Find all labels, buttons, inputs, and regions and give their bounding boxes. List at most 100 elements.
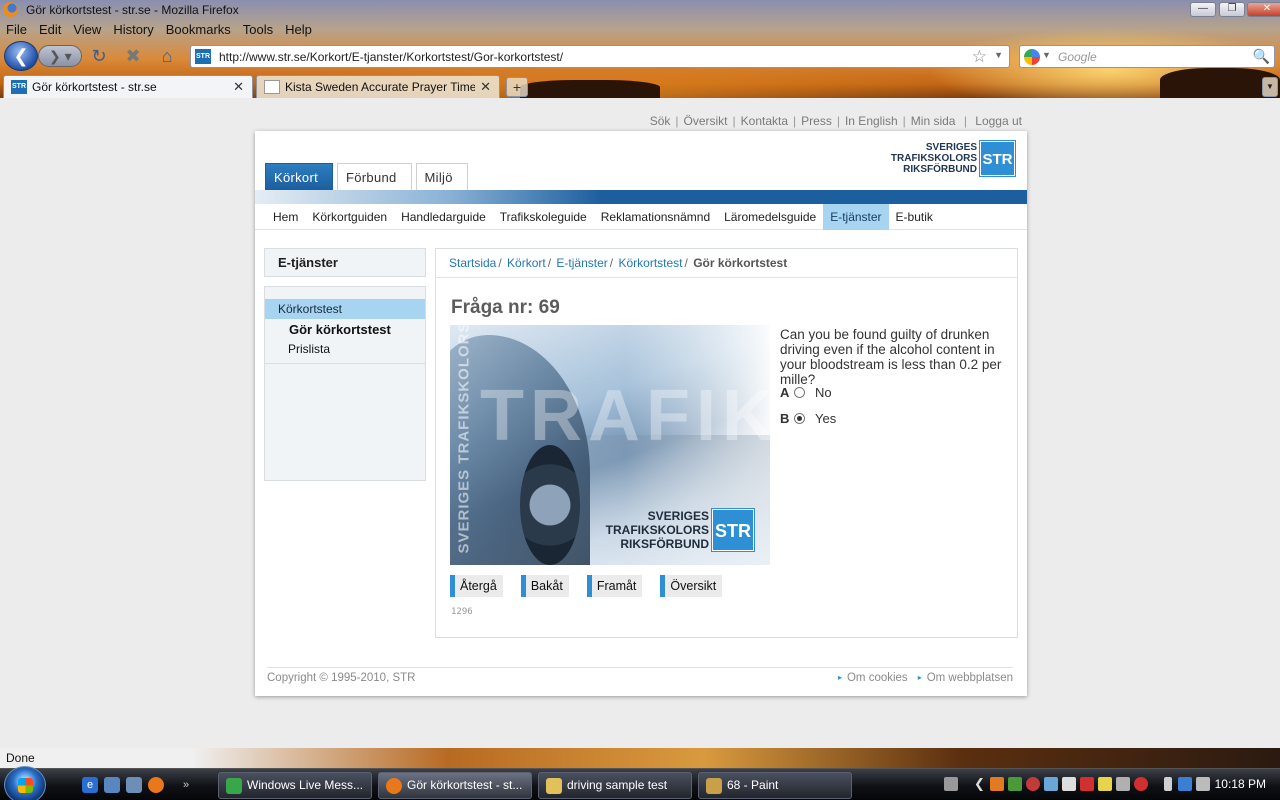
link-min-sida[interactable]: Min sida xyxy=(911,114,956,128)
menu-history[interactable]: History xyxy=(107,20,159,40)
status-bar: Done xyxy=(0,748,1280,768)
maximize-button[interactable]: ❐ xyxy=(1219,2,1245,17)
menu-bookmarks[interactable]: Bookmarks xyxy=(160,20,237,40)
tab-forbund[interactable]: Förbund xyxy=(337,163,412,190)
tab-korkort[interactable]: Körkort xyxy=(265,163,334,190)
subnav-e-butik[interactable]: E-butik xyxy=(889,204,940,230)
tab-miljo[interactable]: Miljö xyxy=(415,163,468,190)
taskbar-button-firefox[interactable]: Gör körkortstest - st... xyxy=(378,772,532,799)
menu-file[interactable]: File xyxy=(0,20,33,40)
stop-icon[interactable]: ✖ xyxy=(122,46,144,66)
link-in-english[interactable]: In English xyxy=(845,114,898,128)
menu-tools[interactable]: Tools xyxy=(237,20,279,40)
browser-tab-active[interactable]: STR Gör körkortstest - str.se ✕ xyxy=(3,75,253,98)
subnav-hem[interactable]: Hem xyxy=(266,204,305,230)
tab-close-icon[interactable]: ✕ xyxy=(233,79,244,95)
taskbar-button-document[interactable]: driving sample test xyxy=(538,772,692,799)
tray-app-icon[interactable] xyxy=(1080,777,1094,791)
answer-option-b[interactable]: B Yes xyxy=(780,411,836,426)
bakat-button[interactable]: Bakåt xyxy=(520,575,569,597)
str-logo[interactable]: SVERIGES TRAFIKSKOLORS RIKSFÖRBUND STR xyxy=(891,140,1016,177)
tray-expand-icon[interactable]: ❮ xyxy=(974,777,988,791)
separator: / xyxy=(609,256,614,270)
link-oversikt[interactable]: Översikt xyxy=(684,114,728,128)
battery-icon[interactable] xyxy=(1164,777,1172,791)
breadcrumb-e-tjanster[interactable]: E-tjänster xyxy=(556,256,607,270)
tab-close-icon[interactable]: ✕ xyxy=(480,79,491,95)
subnav-reklamationsnamnd[interactable]: Reklamationsnämnd xyxy=(594,204,717,230)
subnav-korkortguiden[interactable]: Körkortguiden xyxy=(305,204,394,230)
keyboard-icon[interactable] xyxy=(944,777,958,791)
link-om-cookies[interactable]: Om cookies xyxy=(838,672,908,684)
google-icon[interactable] xyxy=(1024,49,1040,65)
sidebar-item-korkortstest[interactable]: Körkortstest xyxy=(265,299,425,319)
tray-app-icon[interactable] xyxy=(1044,777,1058,791)
link-sok[interactable]: Sök xyxy=(650,114,671,128)
menu-edit[interactable]: Edit xyxy=(33,20,67,40)
reload-icon[interactable]: ↻ xyxy=(88,46,110,66)
tray-app-icon[interactable] xyxy=(1116,777,1130,791)
quicklaunch-overflow-icon[interactable]: » xyxy=(178,777,194,793)
url-dropdown-icon[interactable]: ▼ xyxy=(994,50,1003,60)
home-icon[interactable]: ⌂ xyxy=(156,46,178,66)
link-logga-ut[interactable]: Logga ut xyxy=(975,114,1022,128)
window-title: Gör körkortstest - str.se - Mozilla Fire… xyxy=(26,3,239,17)
subnav-trafikskoleguide[interactable]: Trafikskoleguide xyxy=(493,204,594,230)
taskbar-button-paint[interactable]: 68 - Paint xyxy=(698,772,852,799)
breadcrumb-korkort[interactable]: Körkort xyxy=(507,256,546,270)
link-kontakta[interactable]: Kontakta xyxy=(741,114,788,128)
separator: | xyxy=(902,114,906,128)
firefox-icon xyxy=(386,778,402,794)
minimize-button[interactable]: — xyxy=(1190,2,1216,17)
search-icon[interactable]: 🔍 xyxy=(1253,48,1270,65)
tray-app-icon[interactable] xyxy=(1098,777,1112,791)
network-icon[interactable] xyxy=(1178,777,1192,791)
tray-app-icon[interactable] xyxy=(990,777,1004,791)
list-all-tabs-icon[interactable]: ▼ xyxy=(1262,77,1278,97)
show-desktop-icon[interactable] xyxy=(104,777,120,793)
browser-tab[interactable]: Kista Sweden Accurate Prayer Times... ✕ xyxy=(256,75,500,98)
close-button[interactable]: ✕ xyxy=(1247,2,1280,17)
antivirus-icon[interactable] xyxy=(1026,777,1040,791)
framat-button[interactable]: Framåt xyxy=(586,575,643,597)
link-om-webbplatsen[interactable]: Om webbplatsen xyxy=(918,672,1013,684)
logo-text: SVERIGES TRAFIKSKOLORS RIKSFÖRBUND xyxy=(891,142,977,175)
menu-view[interactable]: View xyxy=(67,20,107,40)
sidebar-heading: E-tjänster xyxy=(264,248,426,277)
oversikt-button[interactable]: Översikt xyxy=(660,575,723,597)
sidebar-item-gor-korkortstest[interactable]: Gör körkortstest xyxy=(289,322,391,337)
tray-app-icon[interactable] xyxy=(1134,777,1148,791)
atergå-button[interactable]: Återgå xyxy=(450,575,503,597)
clock[interactable]: 10:18 PM xyxy=(1215,777,1266,791)
breadcrumb-korkortstest[interactable]: Körkortstest xyxy=(618,256,682,270)
start-button[interactable] xyxy=(4,766,46,800)
firefox-quicklaunch-icon[interactable] xyxy=(148,777,164,793)
logo-line: RIKSFÖRBUND xyxy=(620,537,709,551)
sidebar-item-prislista[interactable]: Prislista xyxy=(288,342,330,356)
url-text[interactable]: http://www.str.se/Korkort/E-tjanster/Kor… xyxy=(219,50,563,64)
tray-app-icon[interactable] xyxy=(1062,777,1076,791)
bookmark-star-icon[interactable]: ☆ xyxy=(972,47,987,67)
subnav-handledarguide[interactable]: Handledarguide xyxy=(394,204,493,230)
radio-a[interactable] xyxy=(794,387,805,398)
breadcrumb-startsida[interactable]: Startsida xyxy=(449,256,496,270)
search-bar[interactable]: ▼ Google 🔍 xyxy=(1019,45,1275,68)
forward-button[interactable]: ❯ ▾ xyxy=(38,45,82,67)
radio-b[interactable] xyxy=(794,413,805,424)
back-button[interactable]: ❮ xyxy=(4,41,38,71)
taskbar-button-messenger[interactable]: Windows Live Mess... xyxy=(218,772,372,799)
str-favicon-icon: STR xyxy=(11,80,27,94)
switch-windows-icon[interactable] xyxy=(126,777,142,793)
answer-option-a[interactable]: A No xyxy=(780,385,832,400)
tray-app-icon[interactable] xyxy=(1008,777,1022,791)
search-engine-dropdown-icon[interactable]: ▼ xyxy=(1042,50,1051,60)
link-press[interactable]: Press xyxy=(801,114,832,128)
volume-icon[interactable] xyxy=(1196,777,1210,791)
subnav-laromedelsguide[interactable]: Läromedelsguide xyxy=(717,204,823,230)
subnav-e-tjanster[interactable]: E-tjänster xyxy=(823,204,889,230)
new-tab-button[interactable]: + xyxy=(506,77,528,97)
menu-help[interactable]: Help xyxy=(279,20,318,40)
search-input[interactable]: Google xyxy=(1058,50,1097,64)
internet-explorer-icon[interactable]: e xyxy=(82,777,98,793)
url-bar[interactable]: STR http://www.str.se/Korkort/E-tjanster… xyxy=(190,45,1010,68)
